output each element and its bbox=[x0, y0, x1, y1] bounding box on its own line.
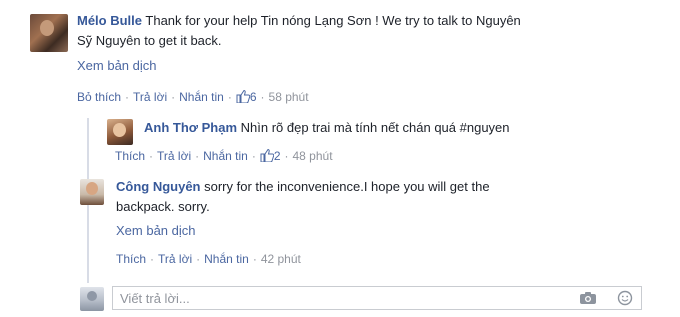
reply-2-text-line1: sorry for the inconvenience.I hope you w… bbox=[204, 179, 490, 194]
separator: · bbox=[195, 149, 200, 163]
smiley-icon[interactable] bbox=[617, 290, 633, 306]
avatar-face bbox=[40, 20, 54, 36]
separator: · bbox=[252, 252, 257, 266]
separator: · bbox=[171, 90, 176, 104]
reply-2-body: Công Nguyên sorry for the inconvenience.… bbox=[116, 177, 490, 197]
unlike-button[interactable]: Bỏ thích bbox=[77, 90, 121, 104]
avatar-face bbox=[86, 182, 98, 195]
avatar-cong-nguyen[interactable] bbox=[80, 179, 104, 205]
avatar-current-user bbox=[80, 287, 104, 311]
comment-author[interactable]: Mélo Bulle bbox=[77, 13, 142, 28]
reply-2-actions: Thích · Trả lời · Nhắn tin · 42 phút bbox=[116, 252, 301, 266]
like-count[interactable]: 2 bbox=[260, 148, 281, 163]
separator: · bbox=[150, 252, 155, 266]
camera-icon[interactable] bbox=[579, 291, 597, 305]
comment-text-line1: Thank for your help Tin nóng Lạng Sơn ! … bbox=[145, 13, 521, 28]
timestamp[interactable]: 58 phút bbox=[269, 90, 309, 104]
reply-input-placeholder: Viết trả lời... bbox=[120, 291, 190, 306]
reply-button[interactable]: Trả lời bbox=[133, 90, 167, 104]
comment-text-line2: Sỹ Nguyên to get it back. bbox=[77, 33, 222, 48]
reply-button[interactable]: Trả lời bbox=[158, 252, 192, 266]
avatar-silhouette bbox=[87, 291, 97, 301]
translate-link[interactable]: Xem bản dịch bbox=[116, 221, 196, 241]
reply-1-actions: Thích · Trả lời · Nhắn tin · 2 · 48 phút bbox=[115, 148, 333, 163]
reply-2-text-line2: backpack. sorry. bbox=[116, 199, 210, 214]
reply-1-text: Nhìn rõ đẹp trai mà tính nết chán quá #n… bbox=[240, 120, 510, 135]
timestamp[interactable]: 42 phút bbox=[261, 252, 301, 266]
like-button[interactable]: Thích bbox=[116, 252, 146, 266]
thumbs-up-icon bbox=[236, 89, 251, 104]
thumbs-up-icon bbox=[260, 148, 275, 163]
like-button[interactable]: Thích bbox=[115, 149, 145, 163]
separator: · bbox=[149, 149, 154, 163]
reply-button[interactable]: Trả lời bbox=[157, 149, 191, 163]
message-button[interactable]: Nhắn tin bbox=[203, 149, 248, 163]
avatar-face bbox=[113, 123, 126, 137]
avatar-melo-bulle[interactable] bbox=[30, 14, 68, 52]
like-count-value: 2 bbox=[273, 149, 281, 163]
reply-1-author[interactable]: Anh Thơ Phạm bbox=[144, 120, 237, 135]
separator: · bbox=[227, 90, 232, 104]
comment-body: Mélo Bulle Thank for your help Tin nóng … bbox=[77, 11, 667, 31]
separator: · bbox=[125, 90, 130, 104]
separator: · bbox=[284, 149, 289, 163]
translate-link[interactable]: Xem bản dịch bbox=[77, 56, 157, 76]
reply-1-body: Anh Thơ Phạm Nhìn rõ đẹp trai mà tính nế… bbox=[144, 118, 510, 138]
reply-2-author[interactable]: Công Nguyên bbox=[116, 179, 201, 194]
message-button[interactable]: Nhắn tin bbox=[179, 90, 224, 104]
avatar-anh-tho-pham[interactable] bbox=[107, 119, 133, 145]
separator: · bbox=[196, 252, 201, 266]
separator: · bbox=[260, 90, 265, 104]
like-count-value: 6 bbox=[249, 90, 257, 104]
timestamp[interactable]: 48 phút bbox=[293, 149, 333, 163]
reply-input[interactable]: Viết trả lời... bbox=[112, 286, 642, 310]
comment-actions: Bỏ thích · Trả lời · Nhắn tin · 6 · 58 phút bbox=[77, 89, 309, 104]
separator: · bbox=[251, 149, 256, 163]
message-button[interactable]: Nhắn tin bbox=[204, 252, 249, 266]
like-count[interactable]: 6 bbox=[236, 89, 257, 104]
